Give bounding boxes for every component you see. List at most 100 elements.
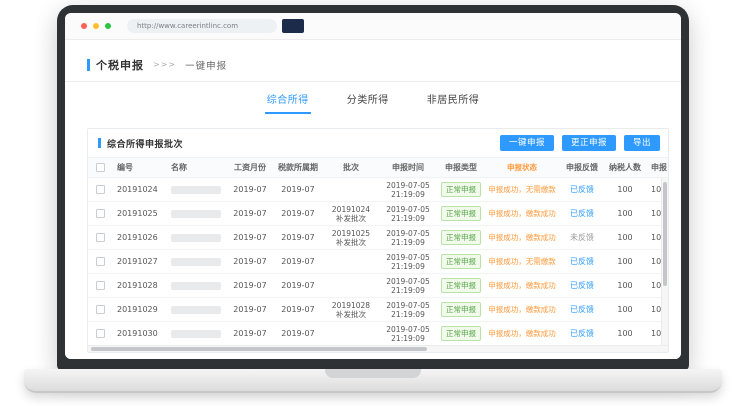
cell-batch-id: 20191025 — [112, 202, 166, 225]
row-select-cell — [88, 322, 112, 345]
row-checkbox[interactable] — [96, 233, 105, 242]
cell-declare-time: 2019-07-0521:19:09 — [378, 202, 438, 225]
row-checkbox[interactable] — [96, 329, 105, 338]
row-select-cell — [88, 274, 112, 297]
cell-declare-type: 正常申报 — [438, 322, 484, 345]
cell-declare-time: 2019-07-0521:19:09 — [378, 226, 438, 249]
cell-batch-id: 20191026 — [112, 226, 166, 249]
table-row: 201910302019-072019-072019-07-0521:19:09… — [88, 322, 668, 346]
laptop-base — [24, 369, 722, 393]
tab-comprehensive-income[interactable]: 综合所得 — [265, 84, 311, 114]
cell-declare-type: 正常申报 — [438, 250, 484, 273]
select-all-checkbox[interactable] — [96, 163, 105, 172]
feedback-status: 已反馈 — [570, 257, 594, 267]
cell-salary-month: 2019-07 — [228, 274, 272, 297]
breadcrumb-separator: >>> — [153, 60, 176, 69]
cell-taxpayer-count: 100 — [604, 298, 646, 321]
column-header: 申报反馈 — [560, 158, 604, 177]
cell-batch — [324, 178, 378, 201]
cell-salary-month: 2019-07 — [228, 322, 272, 345]
row-checkbox[interactable] — [96, 185, 105, 194]
cell-feedback: 已反馈 — [560, 178, 604, 201]
horizontal-scrollbar[interactable] — [88, 345, 668, 352]
window-close-dot[interactable] — [81, 23, 87, 29]
declare-type-badge: 正常申报 — [441, 230, 481, 245]
cell-salary-month: 2019-07 — [228, 226, 272, 249]
table-body: 201910242019-072019-072019-07-0521:19:09… — [88, 178, 668, 346]
column-header-clipped: 申报 — [646, 158, 669, 177]
cell-tax-period: 2019-07 — [272, 274, 324, 297]
cell-batch: 20191024补发批次 — [324, 202, 378, 225]
cell-feedback: 已反馈 — [560, 202, 604, 225]
title-accent-bar — [87, 59, 90, 71]
row-checkbox[interactable] — [96, 305, 105, 314]
cell-name — [166, 178, 228, 201]
row-checkbox[interactable] — [96, 209, 105, 218]
redacted-name-bar — [171, 234, 221, 242]
table-row: 201910242019-072019-072019-07-0521:19:09… — [88, 178, 668, 202]
feedback-status: 已反馈 — [570, 185, 594, 195]
window-maximize-dot[interactable] — [105, 23, 111, 29]
tab-nonresident-income[interactable]: 非居民所得 — [425, 84, 482, 114]
redacted-name-bar — [171, 186, 221, 194]
panel-header: 综合所得申报批次 一键申报更正申报导出 — [88, 129, 668, 157]
cell-declare-status: 申报成功，缴款成功 — [484, 202, 560, 225]
row-checkbox[interactable] — [96, 281, 105, 290]
cell-salary-month: 2019-07 — [228, 250, 272, 273]
export-button[interactable]: 导出 — [624, 135, 660, 152]
column-header: 税款所属期 — [272, 158, 324, 177]
page-header: 个税申报 >>> 一键申报 — [65, 40, 681, 82]
correction-declare-button[interactable]: 更正申报 — [562, 135, 616, 152]
select-all-cell — [88, 158, 112, 177]
panel-title: 综合所得申报批次 — [107, 137, 183, 150]
horizontal-scrollbar-thumb[interactable] — [91, 347, 427, 351]
address-bar[interactable]: http://www.careerintlinc.com — [127, 19, 277, 33]
vertical-scrollbar-thumb[interactable] — [663, 182, 667, 286]
browser-action-button[interactable] — [282, 19, 304, 33]
column-header: 名称 — [166, 158, 228, 177]
column-header: 编号 — [112, 158, 166, 177]
cell-taxpayer-count: 100 — [604, 202, 646, 225]
row-checkbox[interactable] — [96, 257, 105, 266]
vertical-scrollbar[interactable] — [661, 178, 668, 345]
cell-name — [166, 298, 228, 321]
page-content: 个税申报 >>> 一键申报 综合所得 分类所得 非居民所得 综合所得申报批次 一键申… — [65, 40, 681, 359]
row-select-cell — [88, 202, 112, 225]
window-minimize-dot[interactable] — [93, 23, 99, 29]
feedback-status: 已反馈 — [570, 209, 594, 219]
laptop-base-notch — [325, 369, 421, 378]
cell-tax-period: 2019-07 — [272, 322, 324, 345]
cell-batch-id: 20191024 — [112, 178, 166, 201]
cell-tax-period: 2019-07 — [272, 202, 324, 225]
declare-type-badge: 正常申报 — [441, 326, 481, 341]
browser-window: http://www.careerintlinc.com 个税申报 >>> 一键… — [65, 13, 681, 359]
tab-bar: 综合所得 分类所得 非居民所得 — [65, 84, 681, 114]
tab-classified-income[interactable]: 分类所得 — [345, 84, 391, 114]
one-key-declare-button[interactable]: 一键申报 — [500, 135, 554, 152]
column-header: 批次 — [324, 158, 378, 177]
cell-declare-time: 2019-07-0521:19:09 — [378, 250, 438, 273]
feedback-status: 已反馈 — [570, 329, 594, 339]
cell-salary-month: 2019-07 — [228, 202, 272, 225]
row-select-cell — [88, 298, 112, 321]
cell-taxpayer-count: 100 — [604, 226, 646, 249]
table-row: 201910262019-072019-0720191025补发批次2019-0… — [88, 226, 668, 250]
cell-name — [166, 202, 228, 225]
cell-batch — [324, 322, 378, 345]
declare-type-badge: 正常申报 — [441, 254, 481, 269]
cell-batch: 20191025补发批次 — [324, 226, 378, 249]
cell-feedback: 已反馈 — [560, 274, 604, 297]
panel-accent-bar — [98, 138, 101, 148]
table-header: 编号名称工资月份税款所属期批次申报时间申报类型申报状态申报反馈纳税人数申报 — [88, 157, 668, 178]
cell-batch-id: 20191027 — [112, 250, 166, 273]
row-select-cell — [88, 178, 112, 201]
table-row: 201910272019-072019-072019-07-0521:19:09… — [88, 250, 668, 274]
column-header: 申报类型 — [438, 158, 484, 177]
declare-type-badge: 正常申报 — [441, 302, 481, 317]
cell-feedback: 未反馈 — [560, 226, 604, 249]
cell-batch-id: 20191029 — [112, 298, 166, 321]
address-bar-url: http://www.careerintlinc.com — [137, 22, 238, 30]
cell-name — [166, 250, 228, 273]
declare-type-badge: 正常申报 — [441, 182, 481, 197]
row-select-cell — [88, 226, 112, 249]
